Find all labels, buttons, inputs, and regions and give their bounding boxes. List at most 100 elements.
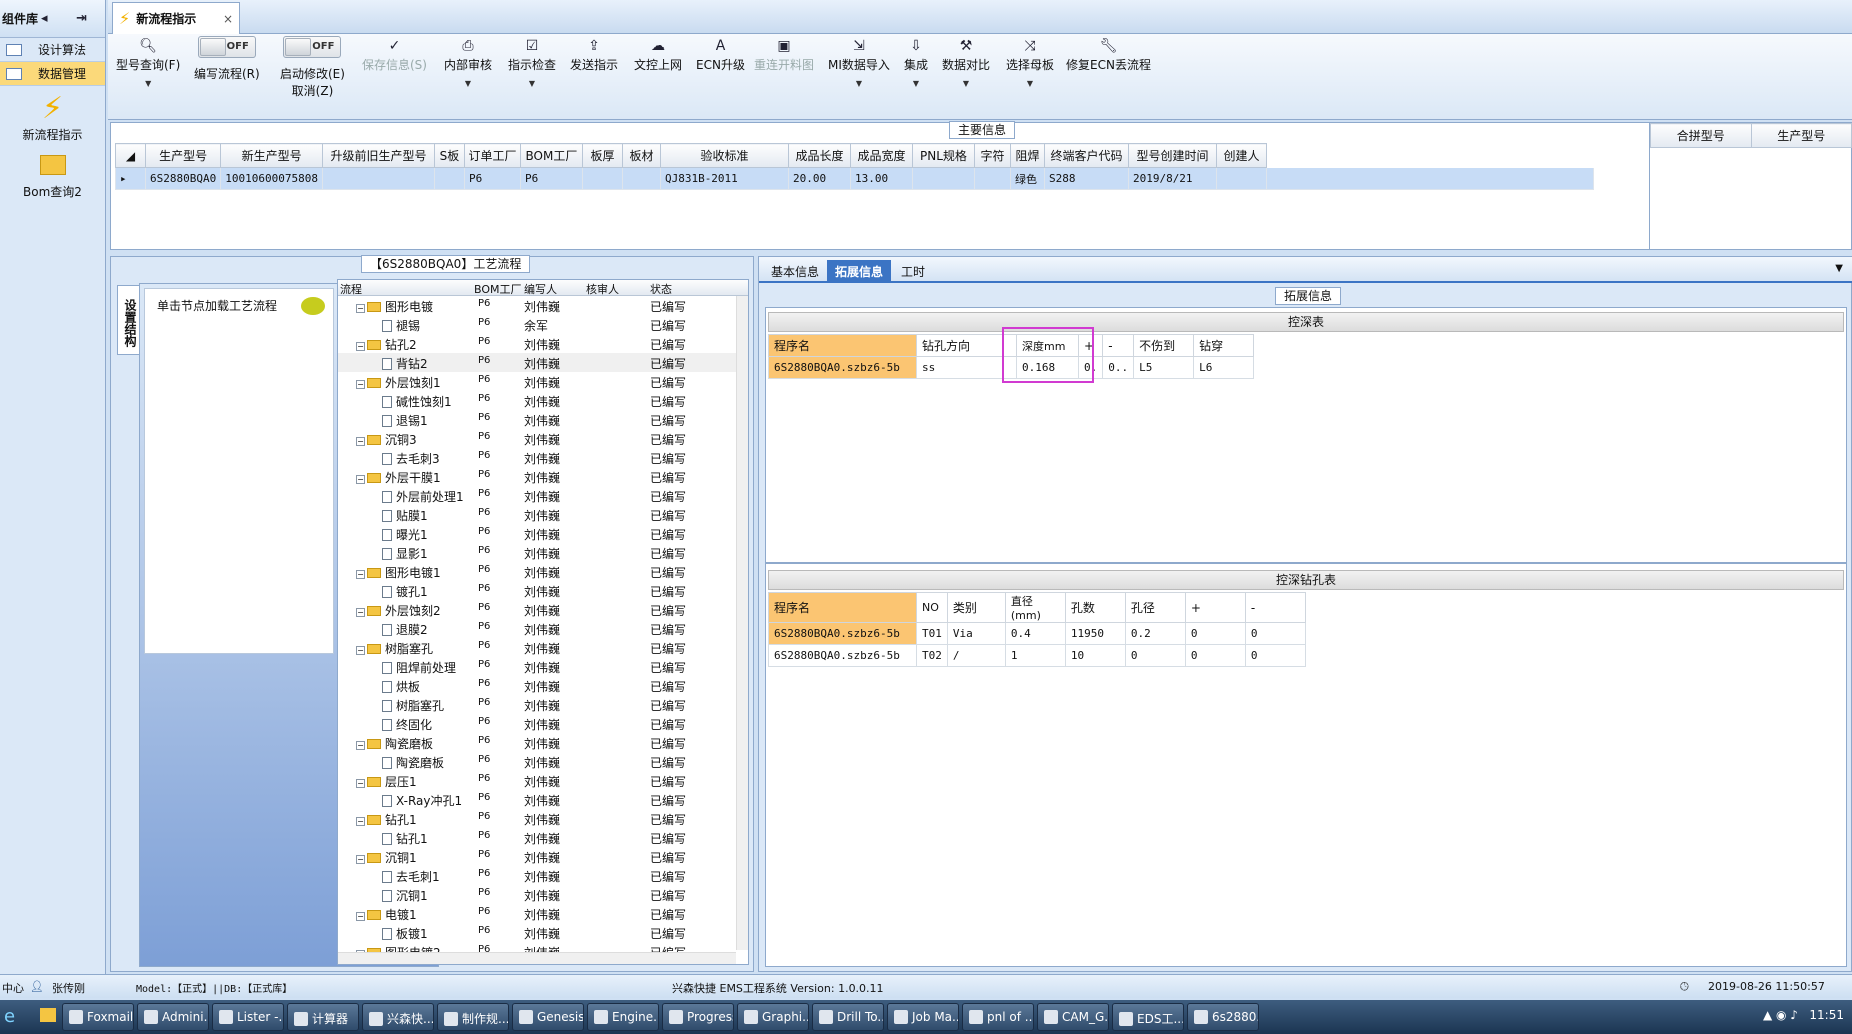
toggle-switch[interactable]: OFF: [197, 36, 256, 58]
tree-node[interactable]: − 图形电镀: [356, 298, 433, 315]
collapse-icon[interactable]: −: [356, 570, 365, 579]
table-cell[interactable]: [973, 167, 1011, 190]
start-modify-toggle[interactable]: OFF 启动修改(E) 取消(Z): [280, 36, 345, 99]
tree-row[interactable]: − 外层蚀刻1 P6 刘伟巍 已编写: [338, 372, 736, 391]
tree-row[interactable]: 沉铜1 P6 刘伟巍 已编写: [338, 885, 736, 904]
collapse-icon[interactable]: −: [356, 304, 365, 313]
table-cell[interactable]: [321, 167, 435, 190]
compare-button[interactable]: ⚒ 数据对比 ▼: [942, 36, 990, 88]
tree-node[interactable]: − 电镀1: [356, 906, 417, 923]
upload-button[interactable]: ☁ 文控上网: [634, 36, 682, 73]
tree-row[interactable]: − 沉铜3 P6 刘伟巍 已编写: [338, 429, 736, 448]
tree-node[interactable]: − 钻孔1: [356, 811, 417, 828]
tree-node[interactable]: − 树脂塞孔: [356, 640, 433, 657]
tree-node[interactable]: − 层压1: [356, 773, 417, 790]
table-cell[interactable]: 绿色: [1009, 167, 1045, 190]
tree-row[interactable]: − 电镀1 P6 刘伟巍 已编写: [338, 904, 736, 923]
table-cell[interactable]: L5: [1133, 356, 1195, 379]
table-cell[interactable]: 0: [1244, 644, 1306, 667]
tree-row[interactable]: 曝光1 P6 刘伟巍 已编写: [338, 524, 736, 543]
collapse-icon[interactable]: −: [356, 380, 365, 389]
collapse-icon[interactable]: −: [356, 855, 365, 864]
column-header[interactable]: BOM工厂: [519, 143, 583, 168]
tree-node[interactable]: − 图形电镀1: [356, 564, 441, 581]
tree-node[interactable]: X-Ray冲孔1: [382, 792, 462, 809]
chevron-down-icon[interactable]: ▼: [828, 79, 890, 88]
table-cell[interactable]: T02: [916, 644, 948, 667]
tree-row[interactable]: − 钻孔1 P6 刘伟巍 已编写: [338, 809, 736, 828]
tree-node[interactable]: − 沉铜3: [356, 431, 417, 448]
table-cell[interactable]: 10: [1064, 644, 1126, 667]
collapse-icon[interactable]: −: [356, 475, 365, 484]
table-cell[interactable]: 0: [1124, 644, 1186, 667]
tree-row[interactable]: − 外层蚀刻2 P6 刘伟巍 已编写: [338, 600, 736, 619]
column-header[interactable]: 型号创建时间: [1127, 143, 1217, 168]
collapse-icon[interactable]: −: [356, 608, 365, 617]
tree-row[interactable]: 终固化 P6 刘伟巍 已编写: [338, 714, 736, 733]
select-master-button[interactable]: ⤨ 选择母板 ▼: [1006, 36, 1054, 88]
chevron-down-icon[interactable]: ▼: [1827, 260, 1851, 282]
tree-row[interactable]: 碱性蚀刻1 P6 刘伟巍 已编写: [338, 391, 736, 410]
table-cell[interactable]: [581, 167, 623, 190]
collapse-icon[interactable]: −: [356, 646, 365, 655]
tree-row[interactable]: − 外层干膜1 P6 刘伟巍 已编写: [338, 467, 736, 486]
table-cell[interactable]: 6S2880BQA0.szbz6-5b: [768, 622, 917, 645]
tree-node[interactable]: 阻焊前处理: [382, 659, 456, 676]
table-cell[interactable]: Via: [946, 622, 1006, 645]
column-header[interactable]: 升级前旧生产型号: [321, 143, 435, 168]
column-header[interactable]: 成品长度: [787, 143, 851, 168]
column-header[interactable]: 验收标准: [659, 143, 789, 168]
column-header[interactable]: 孔数: [1064, 592, 1126, 623]
tree-row[interactable]: 背钻2 P6 刘伟巍 已编写: [338, 353, 736, 372]
table-row[interactable]: 6S2880BQA0.szbz6-5b T02 / 1 10 0 0 0: [768, 644, 1306, 667]
tree-row[interactable]: 褪锡 P6 余军 已编写: [338, 315, 736, 334]
collapse-icon[interactable]: −: [356, 912, 365, 921]
tree-row[interactable]: 退膜2 P6 刘伟巍 已编写: [338, 619, 736, 638]
table-row[interactable]: 6S2880BQA0.szbz6-5b T01 Via 0.4 11950 0.…: [768, 622, 1306, 645]
chevron-down-icon[interactable]: ▼: [444, 79, 492, 88]
column-header[interactable]: +: [1184, 592, 1246, 623]
table-cell[interactable]: 11950: [1064, 622, 1126, 645]
taskbar-button[interactable]: Foxmail: [62, 1003, 134, 1031]
column-header[interactable]: 生产型号: [1750, 123, 1852, 148]
table-cell[interactable]: P6: [519, 167, 583, 190]
taskbar-button[interactable]: Job Ma...: [887, 1003, 959, 1031]
taskbar-button[interactable]: Graphi...: [737, 1003, 809, 1031]
query-button[interactable]: 🔍︎ 型号查询(F) ▼: [116, 36, 180, 88]
taskbar-button[interactable]: 6s2880...: [1187, 1003, 1259, 1031]
column-header[interactable]: 字符: [973, 143, 1011, 168]
collapse-icon[interactable]: −: [356, 817, 365, 826]
table-cell[interactable]: 6S2880BQA0.szbz6-5b: [768, 644, 917, 667]
column-header[interactable]: 流程: [340, 281, 362, 297]
tree-node[interactable]: 退锡1: [382, 412, 428, 429]
table-cell[interactable]: L6: [1193, 356, 1255, 379]
table-cell[interactable]: [621, 167, 661, 190]
table-cell[interactable]: 0: [1184, 644, 1246, 667]
chevron-down-icon[interactable]: ▼: [508, 79, 556, 88]
tree-row[interactable]: − 树脂塞孔 P6 刘伟巍 已编写: [338, 638, 736, 657]
taskbar-clock[interactable]: 11:51: [1809, 1008, 1844, 1022]
tree-row[interactable]: − 陶瓷磨板 P6 刘伟巍 已编写: [338, 733, 736, 752]
collapse-icon[interactable]: −: [356, 342, 365, 351]
write-flow-toggle[interactable]: OFF 编写流程(R): [194, 36, 260, 82]
tree-node[interactable]: 钻孔1: [382, 830, 428, 847]
column-header[interactable]: 类别: [946, 592, 1006, 623]
tree-row[interactable]: 退锡1 P6 刘伟巍 已编写: [338, 410, 736, 429]
column-header[interactable]: NO: [916, 592, 948, 623]
tree-row[interactable]: 树脂塞孔 P6 刘伟巍 已编写: [338, 695, 736, 714]
tree-row[interactable]: 烘板 P6 刘伟巍 已编写: [338, 676, 736, 695]
integrate-button[interactable]: ⇩ 集成 ▼: [904, 36, 928, 88]
leftnav-item-algorithm[interactable]: 设计算法: [0, 38, 105, 62]
tree-node[interactable]: 烘板: [382, 678, 420, 695]
tree-row[interactable]: − 钻孔2 P6 刘伟巍 已编写: [338, 334, 736, 353]
column-header[interactable]: S板: [433, 143, 465, 168]
taskbar-button[interactable]: Engine...: [587, 1003, 659, 1031]
chevron-down-icon[interactable]: ▼: [1006, 79, 1054, 88]
vertical-scrollbar[interactable]: [736, 296, 748, 950]
tree-node[interactable]: − 外层蚀刻1: [356, 374, 441, 391]
mi-import-button[interactable]: ⇲ MI数据导入 ▼: [828, 36, 890, 88]
taskbar-button[interactable]: Admini...: [137, 1003, 209, 1031]
column-header[interactable]: -: [1102, 334, 1135, 357]
column-header[interactable]: 程序名: [768, 592, 917, 623]
leftnav-bom-query[interactable]: Bom查询2: [0, 143, 105, 200]
